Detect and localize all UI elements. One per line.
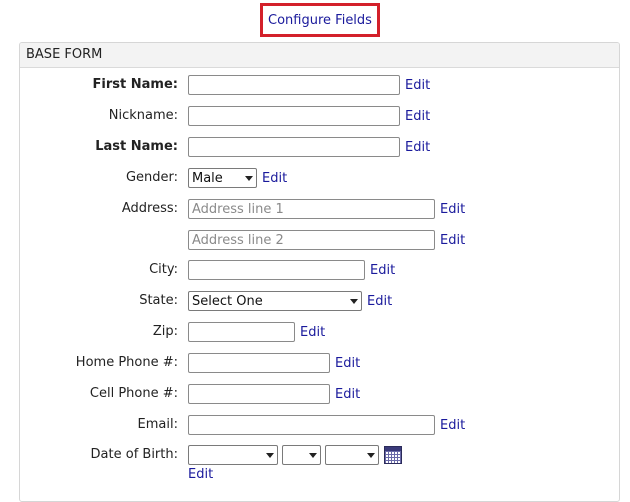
home-phone-row: Home Phone #: Edit <box>20 352 619 374</box>
zip-input[interactable] <box>188 322 295 342</box>
state-row: State: Select One Edit <box>20 290 619 312</box>
zip-label: Zip: <box>152 324 178 339</box>
city-row: City: Edit <box>20 259 619 281</box>
base-form-panel: BASE FORM First Name: Edit Nickname: Edi… <box>19 42 620 502</box>
dob-edit-row: Edit <box>188 464 213 486</box>
city-input[interactable] <box>188 260 365 280</box>
nickname-input[interactable] <box>188 106 400 126</box>
first-name-edit-link[interactable]: Edit <box>405 78 430 93</box>
gender-edit-link[interactable]: Edit <box>262 171 287 186</box>
email-edit-link[interactable]: Edit <box>440 418 465 433</box>
address-line1-edit-link[interactable]: Edit <box>440 202 465 217</box>
panel-title: BASE FORM <box>20 43 619 68</box>
nickname-edit-link[interactable]: Edit <box>405 109 430 124</box>
dob-month-select[interactable] <box>188 445 278 465</box>
cell-phone-input[interactable] <box>188 384 330 404</box>
state-select[interactable]: Select One <box>188 291 362 311</box>
address-row: Address: Edit <box>20 198 619 220</box>
chevron-down-icon <box>367 452 375 458</box>
cell-phone-edit-link[interactable]: Edit <box>335 387 360 402</box>
nickname-row: Nickname: Edit <box>20 105 619 127</box>
configure-fields-link[interactable]: Configure Fields <box>268 13 372 28</box>
gender-row: Gender: Male Edit <box>20 167 619 189</box>
gender-select[interactable]: Male <box>188 168 257 188</box>
dob-label: Date of Birth: <box>90 447 178 462</box>
home-phone-input[interactable] <box>188 353 330 373</box>
gender-label: Gender: <box>125 170 178 185</box>
address-line2-row: Edit <box>20 229 619 251</box>
address-line2-edit-link[interactable]: Edit <box>440 233 465 248</box>
chevron-down-icon <box>350 298 358 304</box>
chevron-down-icon <box>266 452 274 458</box>
dob-day-select[interactable] <box>282 445 321 465</box>
calendar-icon[interactable] <box>384 446 402 464</box>
email-input[interactable] <box>188 415 435 435</box>
chevron-down-icon <box>309 452 317 458</box>
cell-phone-label: Cell Phone #: <box>89 386 178 401</box>
cell-phone-row: Cell Phone #: Edit <box>20 383 619 405</box>
first-name-row: First Name: Edit <box>20 74 619 96</box>
home-phone-edit-link[interactable]: Edit <box>335 356 360 371</box>
home-phone-label: Home Phone #: <box>75 355 178 370</box>
email-label: Email: <box>137 417 178 432</box>
last-name-input[interactable] <box>188 137 400 157</box>
email-row: Email: Edit <box>20 414 619 436</box>
first-name-label: First Name: <box>92 77 178 92</box>
zip-edit-link[interactable]: Edit <box>300 325 325 340</box>
dob-year-select[interactable] <box>325 445 379 465</box>
zip-row: Zip: Edit <box>20 321 619 343</box>
city-edit-link[interactable]: Edit <box>370 263 395 278</box>
first-name-input[interactable] <box>188 75 400 95</box>
gender-selected-value: Male <box>192 170 223 186</box>
state-selected-value: Select One <box>192 293 263 309</box>
configure-fields-highlight: Configure Fields <box>260 3 380 37</box>
address-label: Address: <box>121 201 178 216</box>
address-line1-input[interactable] <box>188 199 435 219</box>
state-label: State: <box>139 293 178 308</box>
dob-row: Date of Birth: <box>20 444 619 466</box>
last-name-label: Last Name: <box>95 139 178 154</box>
chevron-down-icon <box>245 175 253 181</box>
address-line2-input[interactable] <box>188 230 435 250</box>
nickname-label: Nickname: <box>108 108 178 123</box>
state-edit-link[interactable]: Edit <box>367 294 392 309</box>
dob-edit-link[interactable]: Edit <box>188 467 213 482</box>
city-label: City: <box>149 262 178 277</box>
last-name-row: Last Name: Edit <box>20 136 619 158</box>
last-name-edit-link[interactable]: Edit <box>405 140 430 155</box>
